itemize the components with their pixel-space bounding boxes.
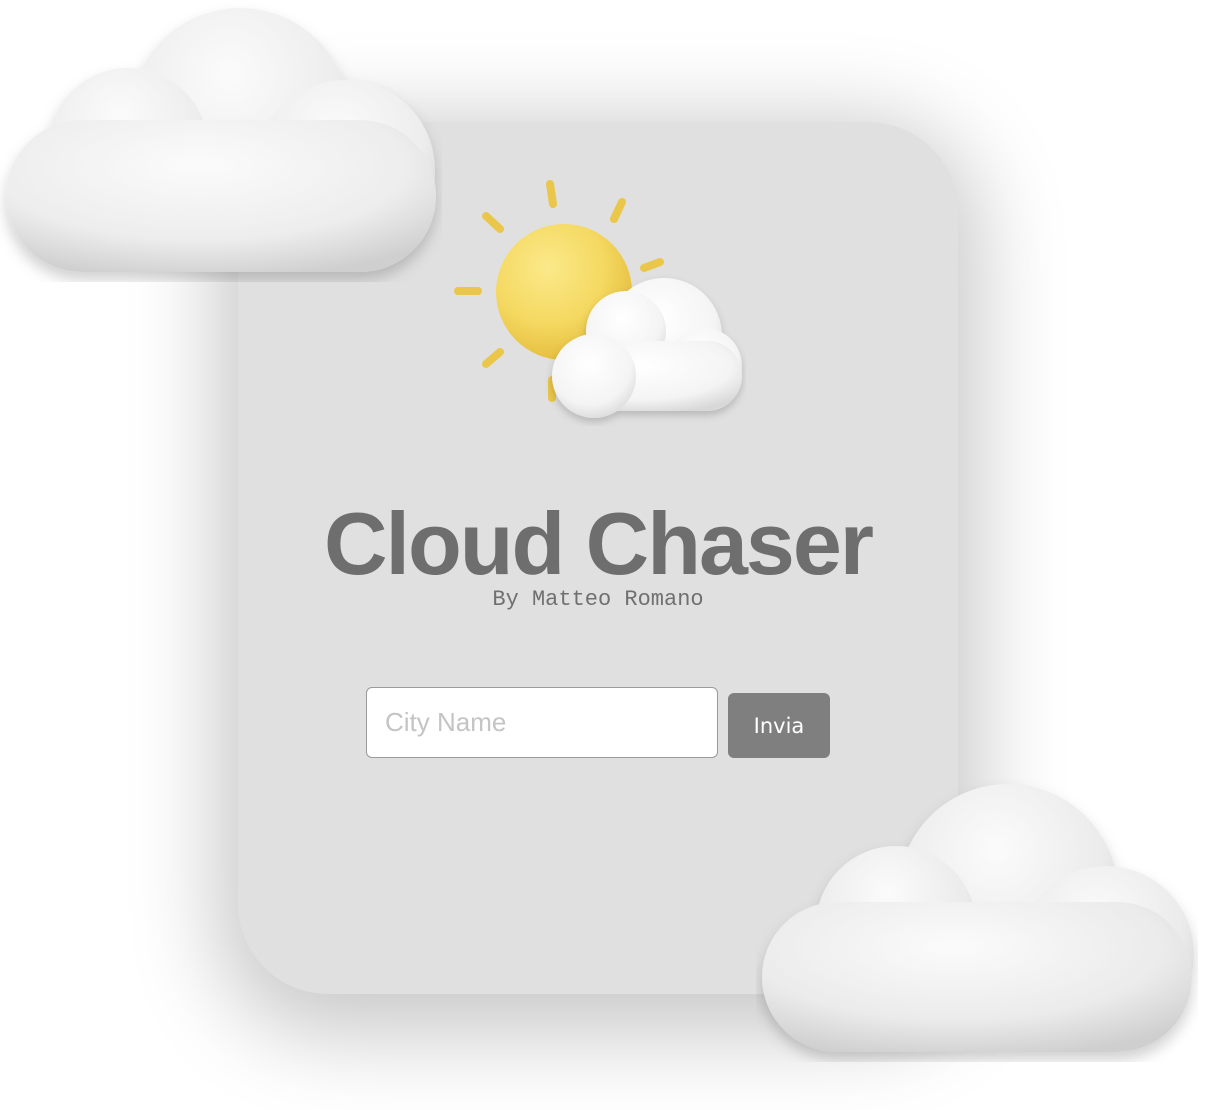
app-stage: Cloud Chaser By Matteo Romano Invia [0, 0, 1209, 1110]
page-title: Cloud Chaser [323, 494, 874, 593]
author-byline: By Matteo Romano [492, 587, 704, 612]
cloud-icon [6, 8, 436, 272]
city-search-input[interactable] [366, 687, 718, 758]
sun-behind-cloud-icon [454, 180, 742, 418]
cloud-icon [762, 784, 1194, 1052]
submit-button[interactable]: Invia [728, 693, 830, 758]
